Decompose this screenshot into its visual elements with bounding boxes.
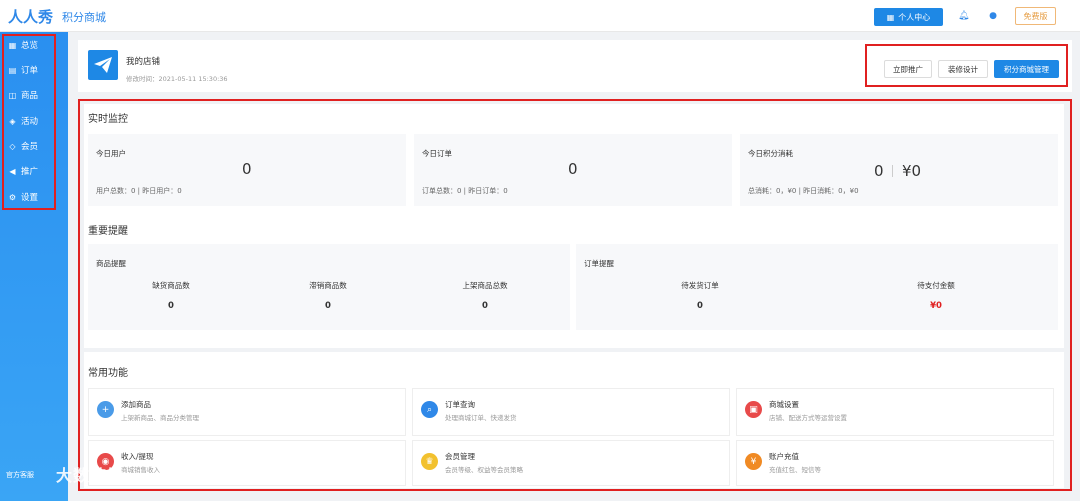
personal-center-button[interactable]: ▦ 个人中心 (874, 8, 943, 26)
main-highlight (78, 99, 1072, 491)
sidebar-item-goods[interactable]: ◫ 商品 (8, 88, 38, 102)
sidebar-item-label: 设置 (21, 193, 39, 203)
app-subtitle: 积分商城 (62, 11, 106, 24)
sidebar-item-settings[interactable]: ⚙︎ 设置 (8, 190, 38, 204)
sidebar-item-label: 会员 (21, 142, 39, 152)
tag-icon: ◈ (9, 116, 16, 126)
customer-service-link[interactable]: 官方客服 (6, 470, 34, 480)
gear-icon: ⚙︎ (8, 192, 17, 202)
mall-management-button[interactable]: 积分商城管理 (994, 60, 1059, 78)
sidebar-item-orders[interactable]: ▤ 订单 (8, 63, 38, 77)
document-icon: ▤ (8, 65, 17, 75)
sidebar-item-label: 订单 (21, 66, 39, 76)
sidebar-item-label: 推广 (21, 167, 39, 177)
sidebar-item-activity[interactable]: ◈ 活动 (8, 114, 38, 128)
promote-now-button[interactable]: 立即推广 (884, 60, 932, 78)
store-name: 我的店铺 (126, 57, 161, 67)
sidebar-item-label: 总览 (21, 41, 39, 51)
app-logo[interactable]: 人人秀 (8, 6, 53, 27)
grid-icon: ▦ (8, 40, 17, 50)
paper-plane-icon (94, 57, 112, 73)
personal-center-label: 个人中心 (898, 12, 931, 22)
diamond-icon: ◇ (9, 141, 16, 151)
user-icon[interactable]: ● (988, 11, 998, 21)
megaphone-icon: ◀ (9, 166, 16, 176)
store-logo (88, 50, 118, 80)
free-version-button[interactable]: 免费版 (1015, 7, 1056, 25)
bag-icon: ◫ (8, 90, 17, 100)
watermark: 大数跨境 (56, 466, 125, 485)
top-bar: 人人秀 积分商城 ▦ 个人中心 🔔︎ ● 免费版 (0, 0, 1080, 32)
sidebar-item-members[interactable]: ◇ 会员 (8, 139, 38, 153)
sidebar-item-overview[interactable]: ▦ 总览 (8, 38, 38, 52)
sidebar-item-label: 商品 (21, 91, 39, 101)
sidebar-item-label: 活动 (21, 117, 39, 127)
sidebar-item-promotion[interactable]: ◀ 推广 (8, 164, 38, 178)
store-modified-time: 修改时间：2021-05-11 15:30:36 (126, 75, 228, 83)
bell-icon[interactable]: 🔔︎ (958, 11, 969, 21)
decoration-design-button[interactable]: 装修设计 (938, 60, 988, 78)
grid-icon: ▦ (886, 12, 895, 22)
